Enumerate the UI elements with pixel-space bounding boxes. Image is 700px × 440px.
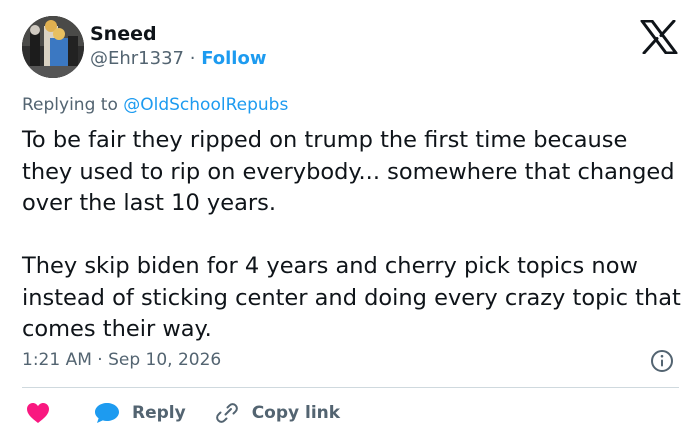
divider bbox=[22, 387, 679, 388]
separator-dot: · bbox=[189, 48, 196, 69]
follow-button[interactable]: Follow bbox=[201, 48, 266, 69]
replying-to-mention[interactable]: @OldSchoolRepubs bbox=[123, 95, 288, 115]
avatar[interactable] bbox=[22, 16, 84, 78]
x-logo-icon[interactable] bbox=[640, 19, 678, 55]
handle-row: @Ehr1337 · Follow bbox=[90, 47, 266, 71]
like-button[interactable] bbox=[26, 402, 50, 424]
tweet-paragraph: To be fair they ripped on trump the firs… bbox=[22, 127, 675, 216]
info-icon[interactable] bbox=[650, 349, 674, 373]
action-bar: Reply Copy link bbox=[22, 400, 340, 426]
copy-link-label: Copy link bbox=[251, 403, 341, 423]
reply-label: Reply bbox=[132, 403, 186, 423]
reply-button[interactable]: Reply bbox=[94, 402, 186, 424]
avatar-image bbox=[22, 16, 84, 78]
timestamp[interactable]: 1:21 AM · Sep 10, 2026 bbox=[22, 349, 221, 371]
tweet-paragraph: They skip biden for 4 years and cherry p… bbox=[22, 253, 681, 342]
user-handle[interactable]: @Ehr1337 bbox=[90, 48, 184, 69]
replying-to-label: Replying to bbox=[22, 95, 118, 115]
link-icon bbox=[215, 403, 238, 423]
copy-link-button[interactable]: Copy link bbox=[215, 402, 341, 424]
display-name[interactable]: Sneed bbox=[90, 22, 157, 46]
heart-icon bbox=[27, 403, 49, 423]
replying-to: Replying to @OldSchoolRepubs bbox=[22, 94, 288, 116]
tweet-body: To be fair they ripped on trump the firs… bbox=[22, 125, 682, 346]
speech-bubble-icon bbox=[95, 403, 119, 423]
